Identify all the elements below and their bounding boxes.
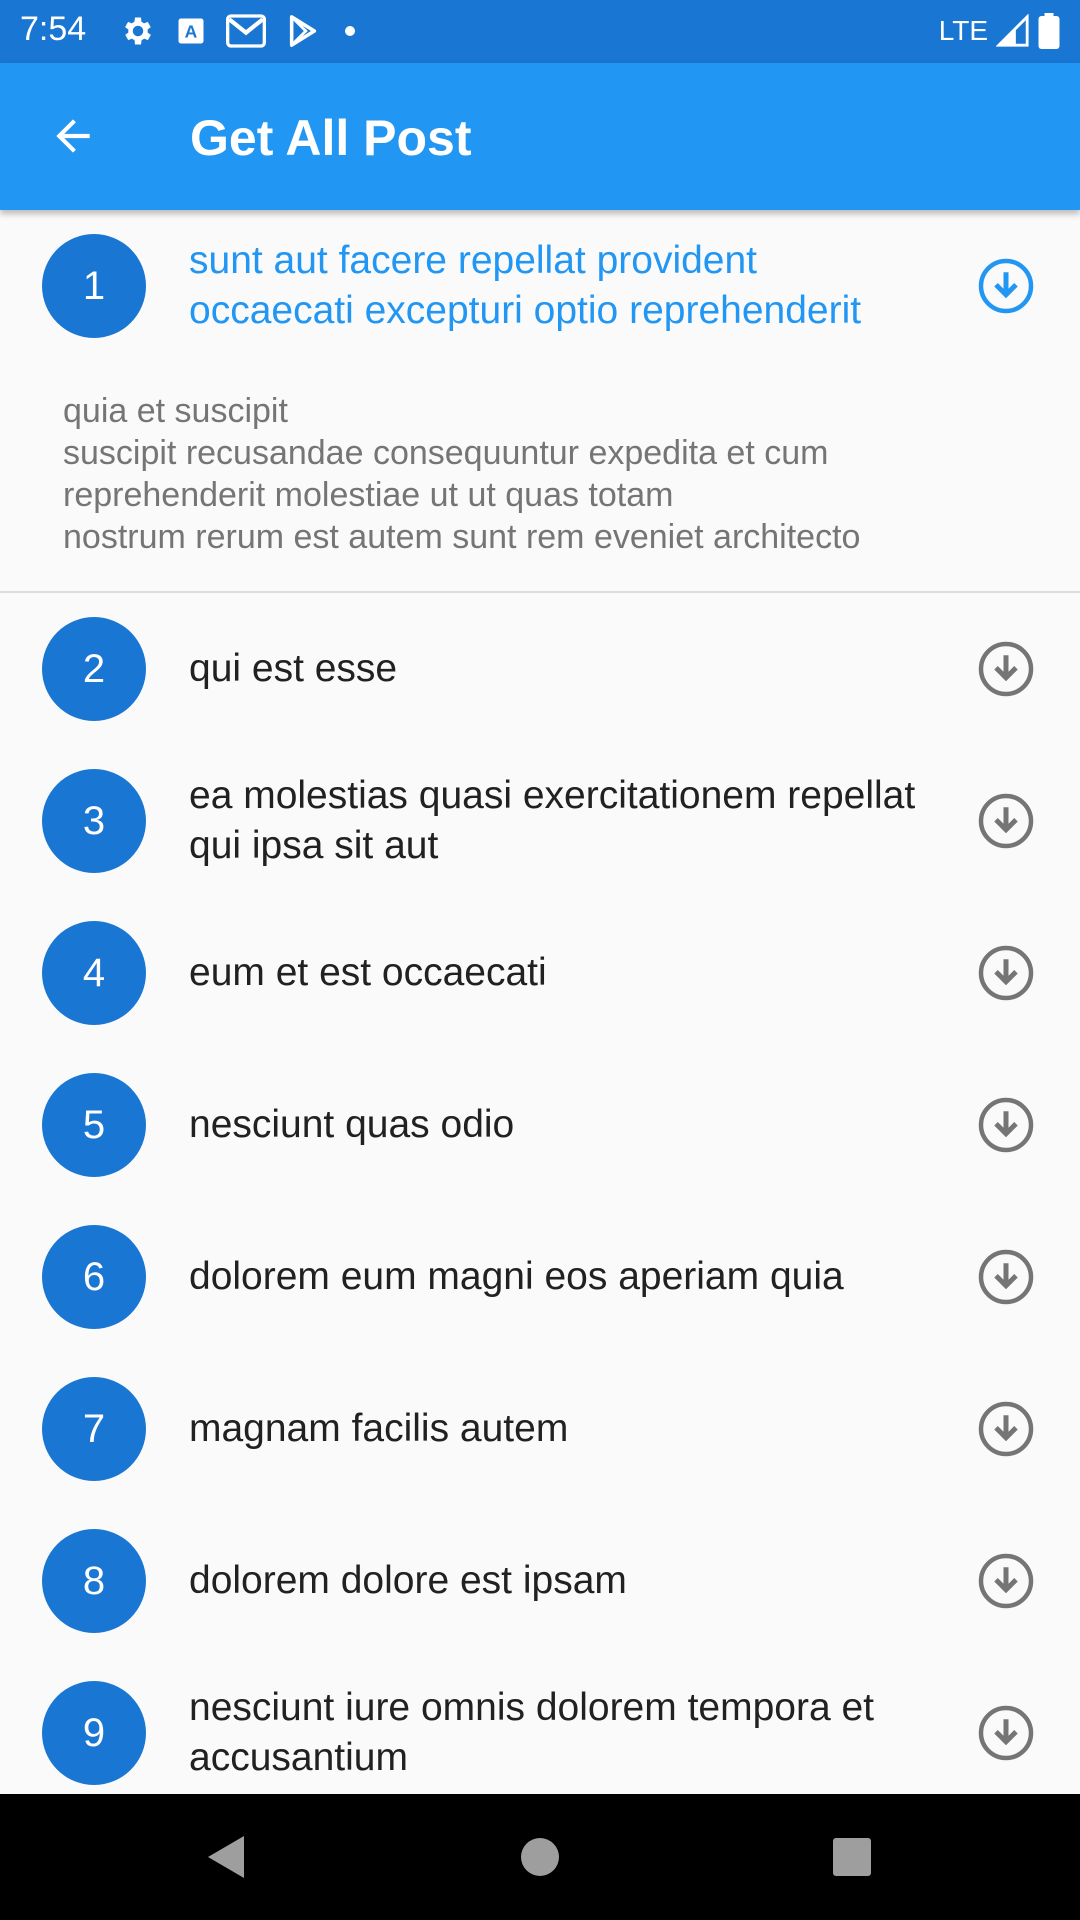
post-id: 6	[82, 1254, 106, 1299]
post-avatar: 5	[42, 1073, 146, 1177]
download-icon[interactable]	[976, 256, 1036, 316]
post-id: 3	[82, 798, 106, 843]
post-list[interactable]: 1 sunt aut facere repellat provident occ…	[0, 210, 1080, 1794]
post-id: 9	[82, 1710, 106, 1755]
post-title: nesciunt iure omnis dolorem tempora et a…	[189, 1686, 874, 1779]
svg-text:A: A	[185, 21, 198, 41]
dot-icon	[345, 26, 355, 36]
back-triangle-icon[interactable]	[204, 1832, 248, 1882]
play-store-icon	[289, 15, 317, 47]
signal-icon	[996, 14, 1029, 47]
download-icon[interactable]	[976, 943, 1036, 1003]
font-icon: A	[178, 18, 204, 44]
system-nav-bar	[0, 1794, 1080, 1920]
arrow-back-icon	[56, 119, 90, 153]
home-circle-icon[interactable]	[518, 1832, 562, 1882]
post-avatar: 8	[42, 1529, 146, 1633]
post-id: 5	[82, 1102, 106, 1147]
post-body: quia et suscipit suscipit recusandae con…	[63, 392, 861, 556]
download-icon[interactable]	[976, 1703, 1036, 1763]
post-title: eum et est occaecati	[189, 951, 547, 994]
gmail-icon	[226, 14, 266, 48]
status-bar: 7:54 A LTE	[0, 0, 1080, 63]
app-bar: Get All Post	[0, 63, 1080, 210]
status-time: 7:54	[20, 10, 87, 48]
post-title: dolorem dolore est ipsam	[189, 1559, 627, 1602]
post-avatar: 3	[42, 769, 146, 873]
recents-square-icon[interactable]	[830, 1832, 874, 1882]
status-system-icons: LTE	[939, 10, 1060, 52]
post-tile[interactable]: 7 magnam facilis autem	[0, 1353, 1080, 1505]
download-icon[interactable]	[976, 1095, 1036, 1155]
post-tile[interactable]: 8 dolorem dolore est ipsam	[0, 1505, 1080, 1657]
post-id: 8	[82, 1558, 106, 1603]
post-id: 4	[82, 950, 106, 995]
post-tile[interactable]: 2 qui est esse	[0, 593, 1080, 745]
status-notification-icons: A	[120, 10, 360, 52]
post-id: 7	[82, 1406, 106, 1451]
post-title: ea molestias quasi exercitationem repell…	[189, 774, 916, 867]
post-title: qui est esse	[189, 647, 398, 690]
post-title: nesciunt quas odio	[189, 1103, 515, 1146]
download-icon[interactable]	[976, 791, 1036, 851]
download-icon[interactable]	[976, 1551, 1036, 1611]
post-tile[interactable]: 3 ea molestias quasi exercitationem repe…	[0, 745, 1080, 897]
battery-icon	[1038, 13, 1060, 49]
post-avatar: 1	[42, 234, 146, 338]
download-icon[interactable]	[976, 1399, 1036, 1459]
post-id: 1	[82, 263, 106, 308]
post-avatar: 9	[42, 1681, 146, 1785]
post-avatar: 7	[42, 1377, 146, 1481]
post-tile[interactable]: 6 dolorem eum magni eos aperiam quia	[0, 1201, 1080, 1353]
post-avatar: 2	[42, 617, 146, 721]
network-type: LTE	[938, 15, 988, 46]
post-id: 2	[82, 646, 106, 691]
post-tile[interactable]: 5 nesciunt quas odio	[0, 1049, 1080, 1201]
post-tile[interactable]: 4 eum et est occaecati	[0, 897, 1080, 1049]
post-tile[interactable]: 9 nesciunt iure omnis dolorem tempora et…	[0, 1657, 1080, 1794]
download-icon[interactable]	[976, 1247, 1036, 1307]
page-title: Get All Post	[190, 110, 472, 166]
post-title: sunt aut facere repellat provident occae…	[189, 239, 862, 332]
post-title: dolorem eum magni eos aperiam quia	[189, 1255, 844, 1298]
post-avatar: 6	[42, 1225, 146, 1329]
download-icon[interactable]	[976, 639, 1036, 699]
post-avatar: 4	[42, 921, 146, 1025]
settings-icon	[125, 17, 151, 45]
post-title: magnam facilis autem	[189, 1407, 569, 1450]
back-button[interactable]	[40, 103, 106, 169]
post-tile-expanded[interactable]: 1 sunt aut facere repellat provident occ…	[0, 210, 1080, 593]
